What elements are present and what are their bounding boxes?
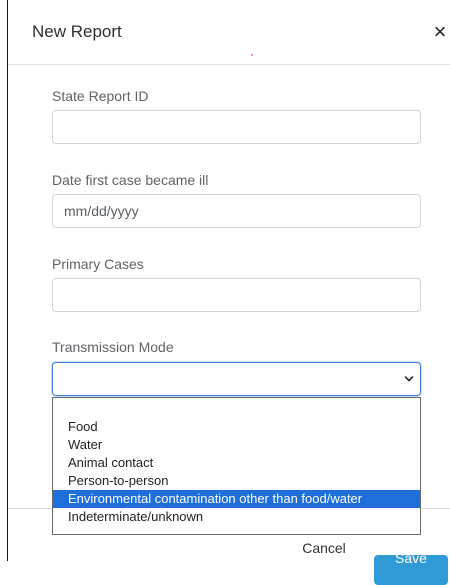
dropdown-option-animal-contact[interactable]: Animal contact <box>53 454 420 472</box>
transmission-mode-select[interactable] <box>52 362 421 396</box>
primary-cases-label: Primary Cases <box>52 256 144 272</box>
dropdown-option-environmental-contamination[interactable]: Environmental contamination other than f… <box>53 490 420 508</box>
close-icon: × <box>433 19 447 44</box>
dropdown-option-person-to-person[interactable]: Person-to-person <box>53 472 420 490</box>
date-first-ill-input[interactable]: mm/dd/yyyy <box>52 194 421 228</box>
dropdown-option-empty[interactable] <box>53 400 420 418</box>
decorative-dot <box>251 54 253 56</box>
state-report-id-label: State Report ID <box>52 88 149 104</box>
dropdown-option-indeterminate-unknown[interactable]: Indeterminate/unknown <box>53 508 420 526</box>
close-button[interactable]: × <box>429 18 450 46</box>
save-button[interactable]: Save <box>374 555 448 585</box>
dropdown-option-food[interactable]: Food <box>53 418 420 436</box>
primary-cases-input[interactable] <box>52 278 421 312</box>
dropdown-option-water[interactable]: Water <box>53 436 420 454</box>
dialog-title: New Report <box>32 22 122 41</box>
transmission-mode-label: Transmission Mode <box>52 339 174 355</box>
state-report-id-input[interactable] <box>52 110 421 144</box>
date-first-ill-label: Date first case became ill <box>52 172 209 188</box>
chevron-down-icon <box>404 376 414 382</box>
dialog-header: New Report × <box>8 0 450 65</box>
transmission-mode-dropdown-list: Food Water Animal contact Person-to-pers… <box>52 397 421 535</box>
